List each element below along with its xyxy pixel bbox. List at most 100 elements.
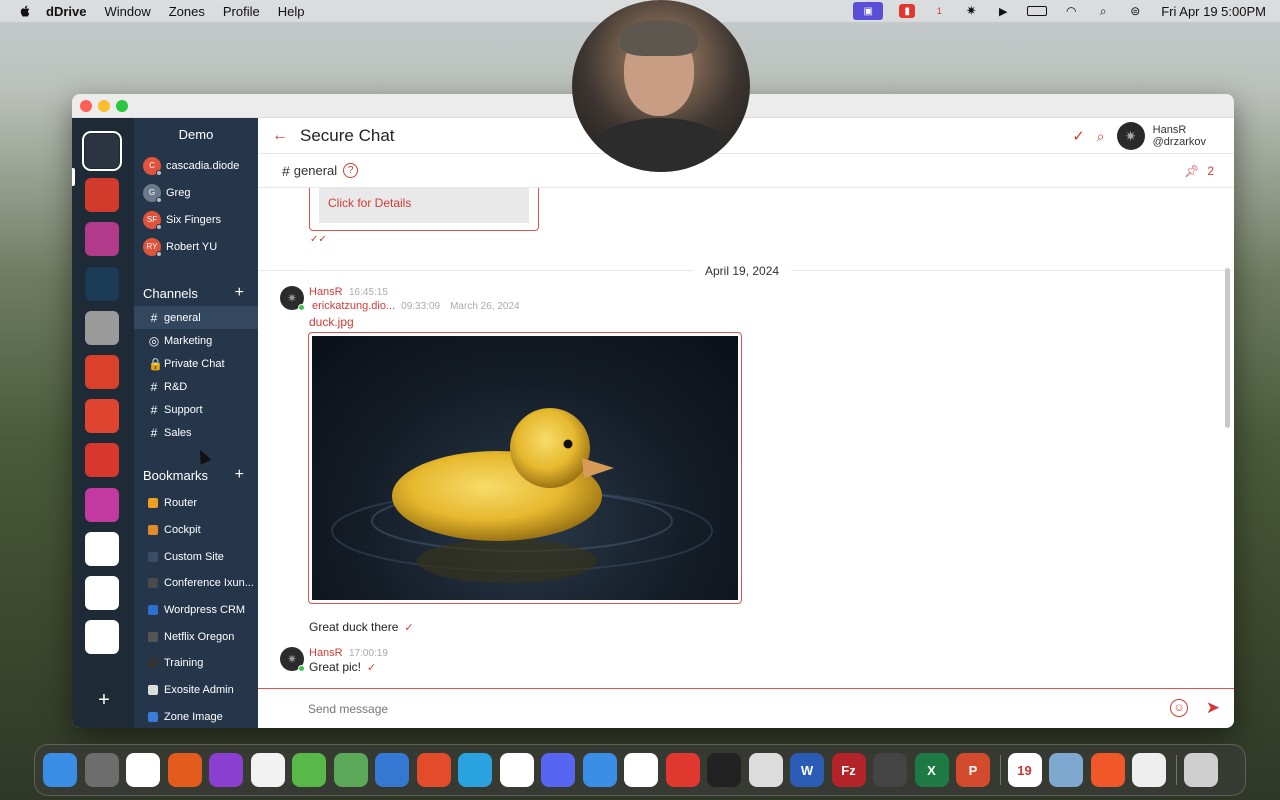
user-avatar[interactable]: ✷ <box>1116 122 1145 150</box>
back-arrow-icon[interactable]: ← <box>272 127 288 145</box>
dock-app-icon[interactable]: X <box>914 753 949 787</box>
zone-rail-item[interactable] <box>85 399 119 434</box>
dock-app-icon[interactable]: Fz <box>831 753 866 787</box>
message-author[interactable]: HansR <box>309 647 343 659</box>
dock-app-icon[interactable] <box>1132 753 1166 787</box>
message-list[interactable]: Click for Details ✓✓ April 19, 2024 ✷ Ha… <box>258 188 1234 688</box>
previous-message-card[interactable]: Click for Details <box>309 188 539 231</box>
zone-rail-item[interactable] <box>85 531 119 566</box>
dock-app-icon[interactable] <box>1183 753 1218 787</box>
dock-app-icon[interactable] <box>873 753 907 787</box>
sidebar-dm-item[interactable]: Ccascadia.diode <box>134 152 258 179</box>
click-for-details-link[interactable]: Click for Details <box>328 196 411 210</box>
dock-app-icon[interactable] <box>167 753 202 787</box>
zone-rail-item[interactable] <box>85 310 119 345</box>
minimize-window-button[interactable] <box>98 100 110 112</box>
dock-app-icon[interactable] <box>748 753 783 787</box>
close-window-button[interactable] <box>80 100 92 112</box>
dock-app-icon[interactable] <box>707 753 741 787</box>
play-icon[interactable]: ▶ <box>995 4 1011 18</box>
zone-rail-item[interactable] <box>85 355 119 389</box>
dock-app-icon[interactable]: 19 <box>1007 753 1042 787</box>
notification-icon[interactable]: 1 <box>931 4 947 18</box>
pinned-messages-button[interactable]: 📌︎ 2 <box>1184 154 1214 188</box>
help-icon[interactable]: ? <box>343 163 359 178</box>
sidebar-bookmark-item[interactable]: Custom Site <box>134 543 258 570</box>
sidebar-bookmark-item[interactable]: Conference Ixun... <box>134 570 258 597</box>
zoom-window-button[interactable] <box>116 100 128 112</box>
brightness-icon[interactable]: ✷ <box>963 3 979 18</box>
sidebar-channel-support[interactable]: # Support <box>134 398 258 421</box>
user-identity[interactable]: HansR @drzarkov <box>1153 124 1206 148</box>
menu-app-name[interactable]: dDrive <box>46 4 86 19</box>
screen-share-icon[interactable]: ▣ <box>853 2 884 20</box>
dock-app-icon[interactable] <box>375 753 409 787</box>
sidebar-channel-general[interactable]: # general <box>134 306 258 329</box>
dock-app-icon[interactable]: P <box>956 753 990 787</box>
add-channel-button[interactable]: + <box>235 284 244 302</box>
zone-rail-item[interactable] <box>85 178 119 213</box>
message-avatar[interactable]: ✷ <box>280 647 305 672</box>
dock-app-icon[interactable] <box>126 753 160 787</box>
zone-rail-item[interactable] <box>85 487 119 522</box>
send-icon[interactable]: ➤ <box>1206 698 1220 718</box>
battery-icon[interactable] <box>1027 6 1048 16</box>
dock-app-icon[interactable] <box>541 753 575 787</box>
scrollbar[interactable] <box>1225 268 1230 428</box>
sidebar-bookmark-item[interactable]: Wordpress CRM <box>134 597 258 624</box>
dock-app-icon[interactable] <box>416 753 451 787</box>
emoji-icon[interactable]: ☺ <box>1170 699 1188 717</box>
dock-app-icon[interactable] <box>250 753 285 787</box>
app-status-icon[interactable]: ▮ <box>899 4 916 18</box>
message-avatar[interactable]: ✷ <box>280 286 305 311</box>
sidebar-channel-sales[interactable]: # Sales <box>134 421 258 444</box>
sidebar-channel-r-d[interactable]: # R&D <box>134 375 258 398</box>
zone-rail-item[interactable] <box>85 443 119 478</box>
zone-rail-item[interactable] <box>85 576 119 610</box>
dock-app-icon[interactable] <box>499 753 534 787</box>
sidebar-dm-item[interactable]: RY Robert YU <box>134 233 258 260</box>
zone-rail-item[interactable] <box>85 222 119 257</box>
dock-app-icon[interactable] <box>209 753 243 787</box>
zone-rail-item[interactable] <box>82 131 122 171</box>
dock-app-icon[interactable] <box>43 753 77 787</box>
menu-help[interactable]: Help <box>278 4 305 19</box>
menu-zones[interactable]: Zones <box>169 4 205 19</box>
dock-app-icon[interactable] <box>1090 753 1125 787</box>
dock-app-icon[interactable] <box>458 753 492 787</box>
sidebar-dm-item[interactable]: SF Six Fingers <box>134 206 258 233</box>
wifi-icon[interactable]: ◠ <box>1063 4 1079 18</box>
zone-rail-item[interactable] <box>85 266 119 301</box>
dock-app-icon[interactable]: W <box>790 753 824 787</box>
spotlight-search-icon[interactable]: ⌕ <box>1095 4 1111 18</box>
sidebar-channel-marketing[interactable]: ◎ Marketing <box>134 329 258 352</box>
sidebar-channel-private-chat[interactable]: 🔒 Private Chat <box>134 352 258 375</box>
menu-clock[interactable]: Fri Apr 19 5:00PM <box>1161 4 1266 19</box>
dock-app-icon[interactable] <box>582 753 617 787</box>
sidebar-dm-item[interactable]: G Greg <box>134 179 258 206</box>
dock-app-icon[interactable] <box>665 753 700 787</box>
dock-app-icon[interactable] <box>1049 753 1083 787</box>
zone-rail-item[interactable] <box>85 620 119 655</box>
dock-app-icon[interactable] <box>333 753 368 787</box>
add-bookmark-button[interactable]: + <box>235 466 244 484</box>
menu-window[interactable]: Window <box>104 4 150 19</box>
apple-icon[interactable] <box>18 4 32 18</box>
menu-profile[interactable]: Profile <box>223 4 260 19</box>
dock-app-icon[interactable] <box>624 753 658 787</box>
dock-app-icon[interactable] <box>292 753 326 787</box>
check-icon[interactable]: ✓ <box>1072 127 1085 145</box>
image-attachment[interactable] <box>308 332 742 604</box>
reply-reference[interactable]: erickatzung.dio... 09:33:09 March 26, 2024 <box>312 300 520 312</box>
message-author[interactable]: HansR <box>309 286 343 298</box>
add-zone-button[interactable]: + <box>94 689 114 712</box>
search-icon[interactable]: ⌕ <box>1097 128 1105 145</box>
sidebar-bookmark-item[interactable]: Training <box>134 650 258 677</box>
sidebar-bookmark-item[interactable]: Router <box>134 490 258 517</box>
sidebar-bookmark-item[interactable]: Netflix Oregon <box>134 623 258 650</box>
sidebar-bookmark-item[interactable]: Cockpit <box>134 517 258 544</box>
control-center-icon[interactable]: ⊜ <box>1127 4 1143 18</box>
dock-app-icon[interactable] <box>84 753 119 787</box>
attachment-filename[interactable]: duck.jpg <box>309 315 354 329</box>
sidebar-bookmark-item[interactable]: Exosite Admin <box>134 677 258 704</box>
